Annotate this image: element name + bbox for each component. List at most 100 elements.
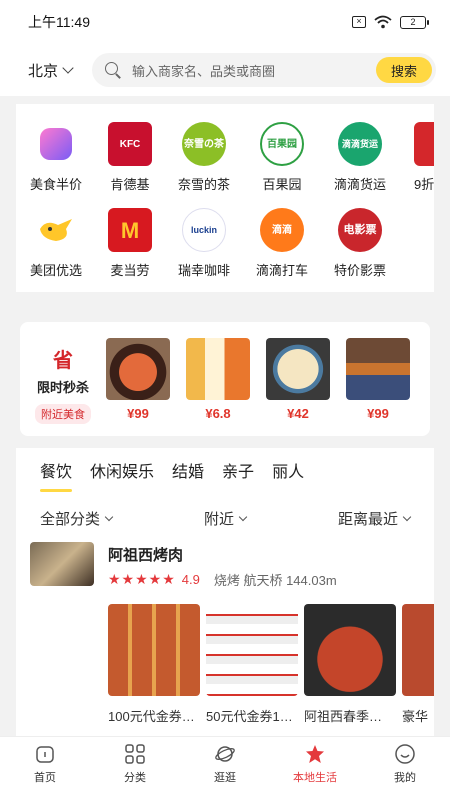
rating-score: 4.9: [181, 572, 200, 587]
flash-sale-item[interactable]: ¥6.8: [186, 338, 250, 421]
wifi-icon: [374, 15, 392, 29]
nav-explore[interactable]: 逛逛: [180, 737, 270, 800]
category-discount[interactable]: 9折: [390, 122, 434, 193]
category-label: 滴滴货运: [333, 177, 386, 192]
category-label: 瑞幸咖啡: [177, 263, 230, 278]
category-grid-icon: [125, 744, 145, 764]
deal-image: [108, 604, 200, 696]
filter-all-categories[interactable]: 全部分类: [40, 508, 114, 529]
search-bar[interactable]: 输入商家名、品类或商圈 搜索: [92, 53, 436, 87]
discount-icon: [414, 122, 434, 166]
merchant-listing: 餐饮 休闲娱乐 结婚 亲子 丽人 全部分类 附近 距离最近 阿祖西烤肉 ★★★★…: [16, 448, 434, 738]
filter-label: 附近: [203, 511, 234, 528]
shop-meta: ★★★★★ 4.9 烧烤 航天桥 144.03m: [108, 570, 337, 589]
nav-label: 分类: [124, 772, 146, 784]
category-nayuki[interactable]: 奈雪の茶 奈雪的茶: [164, 122, 244, 193]
hotpot-image: [106, 338, 170, 400]
sim-off-icon: ×: [352, 16, 366, 28]
category-label: 百果园: [262, 177, 302, 192]
nav-home[interactable]: 首页: [0, 737, 90, 800]
category-meituan-select[interactable]: 美团优选: [16, 208, 96, 279]
deal-image: [304, 604, 396, 696]
flash-sale-item[interactable]: ¥99: [106, 338, 170, 421]
category-mcdonalds[interactable]: M 麦当劳: [90, 208, 170, 279]
flash-sale-header: 省 限时秒杀 附近美食: [30, 344, 96, 424]
deal-card[interactable]: 豪华: [402, 604, 434, 725]
chevron-down-icon: [402, 512, 412, 522]
deal-card[interactable]: 50元代金券1…: [206, 604, 298, 725]
nav-label: 本地生活: [293, 772, 337, 784]
tab-leisure[interactable]: 休闲娱乐: [90, 458, 154, 492]
category-movie-ticket[interactable]: 电影票 特价影票: [320, 208, 400, 279]
chevron-down-icon: [238, 512, 248, 522]
flash-sale-item[interactable]: ¥42: [266, 338, 330, 421]
flash-sale-title: 限时秒杀: [36, 380, 89, 395]
mcdonalds-icon: M: [108, 208, 152, 252]
save-badge: 省: [53, 350, 73, 372]
deal-title: 50元代金券1…: [206, 709, 293, 724]
local-life-star-icon: [306, 745, 324, 763]
filter-nearby[interactable]: 附近: [203, 508, 248, 529]
category-didi-taxi[interactable]: 滴滴 滴滴打车: [242, 208, 322, 279]
shop-thumbnail[interactable]: [30, 542, 94, 586]
nav-profile[interactable]: 我的: [360, 737, 450, 800]
profile-icon: [395, 744, 415, 764]
city-label: 北京: [28, 62, 59, 80]
nayuki-icon: 奈雪の茶: [182, 122, 226, 166]
category-label: 美食半价: [29, 177, 82, 192]
kfc-icon: KFC: [108, 122, 152, 166]
chevron-down-icon: [62, 62, 74, 74]
nearby-food-tag[interactable]: 附近美食: [35, 404, 91, 424]
deal-card[interactable]: 100元代金券…: [108, 604, 200, 725]
nav-label: 我的: [394, 772, 416, 784]
nav-local-life[interactable]: 本地生活: [270, 737, 360, 800]
category-food-half-price[interactable]: 美食半价: [16, 122, 96, 193]
flash-sale-price: ¥99: [367, 406, 389, 421]
deal-title: 豪华: [402, 709, 429, 724]
category-label: 奈雪的茶: [177, 177, 230, 192]
status-time: 上午11:49: [28, 14, 90, 30]
didi-freight-icon: 滴滴货运: [338, 122, 382, 166]
shop-name[interactable]: 阿祖西烤肉: [108, 544, 183, 565]
didi-taxi-icon: 滴滴: [260, 208, 304, 252]
category-grid: 美食半价 KFC 肯德基 奈雪の茶 奈雪的茶 百果园 百果园 滴滴货运 滴滴货运…: [16, 104, 434, 292]
category-label: 美团优选: [29, 263, 82, 278]
nav-label: 逛逛: [214, 772, 236, 784]
nav-label: 首页: [34, 772, 56, 784]
movie-ticket-icon: 电影票: [338, 208, 382, 252]
category-didi-freight[interactable]: 滴滴货运 滴滴货运: [320, 122, 400, 193]
category-pagoda[interactable]: 百果园 百果园: [242, 122, 322, 193]
rating-stars: ★★★★★: [108, 571, 176, 587]
drink-image: [186, 338, 250, 400]
category-kfc[interactable]: KFC 肯德基: [90, 122, 170, 193]
deal-card[interactable]: 阿祖西春季…: [304, 604, 396, 725]
search-input[interactable]: 输入商家名、品类或商圈: [132, 61, 376, 80]
search-button[interactable]: 搜索: [376, 57, 432, 83]
deal-image: [402, 604, 434, 696]
filter-bar: 全部分类 附近 距离最近: [40, 508, 412, 529]
category-label: 滴滴打车: [255, 263, 308, 278]
home-icon: [36, 746, 54, 763]
nav-category[interactable]: 分类: [90, 737, 180, 800]
chevron-down-icon: [104, 512, 114, 522]
tab-catering[interactable]: 餐饮: [40, 458, 73, 492]
category-label: 特价影票: [333, 263, 386, 278]
dumpling-image: [266, 338, 330, 400]
status-icons: × 2: [352, 15, 429, 29]
deal-title: 100元代金券…: [108, 709, 195, 724]
tab-beauty[interactable]: 丽人: [272, 458, 304, 492]
flash-sale-item[interactable]: ¥99: [346, 338, 410, 421]
battery-icon: 2: [400, 15, 429, 29]
tab-wedding[interactable]: 结婚: [172, 458, 204, 492]
flash-sale-card[interactable]: 省 限时秒杀 附近美食 ¥99 ¥6.8 ¥42 ¥99: [20, 322, 430, 436]
shop-subtitle: 烧烤 航天桥 144.03m: [213, 573, 337, 588]
category-luckin[interactable]: luckin 瑞幸咖啡: [164, 208, 244, 279]
flash-sale-price: ¥99: [127, 406, 149, 421]
tab-family[interactable]: 亲子: [222, 458, 254, 492]
deal-title: 阿祖西春季…: [304, 709, 383, 724]
category-label: 肯德基: [110, 177, 150, 192]
search-icon: [104, 61, 122, 79]
filter-sort-distance[interactable]: 距离最近: [338, 508, 412, 529]
city-selector[interactable]: 北京: [28, 60, 92, 81]
flash-sale-price: ¥42: [287, 406, 309, 421]
